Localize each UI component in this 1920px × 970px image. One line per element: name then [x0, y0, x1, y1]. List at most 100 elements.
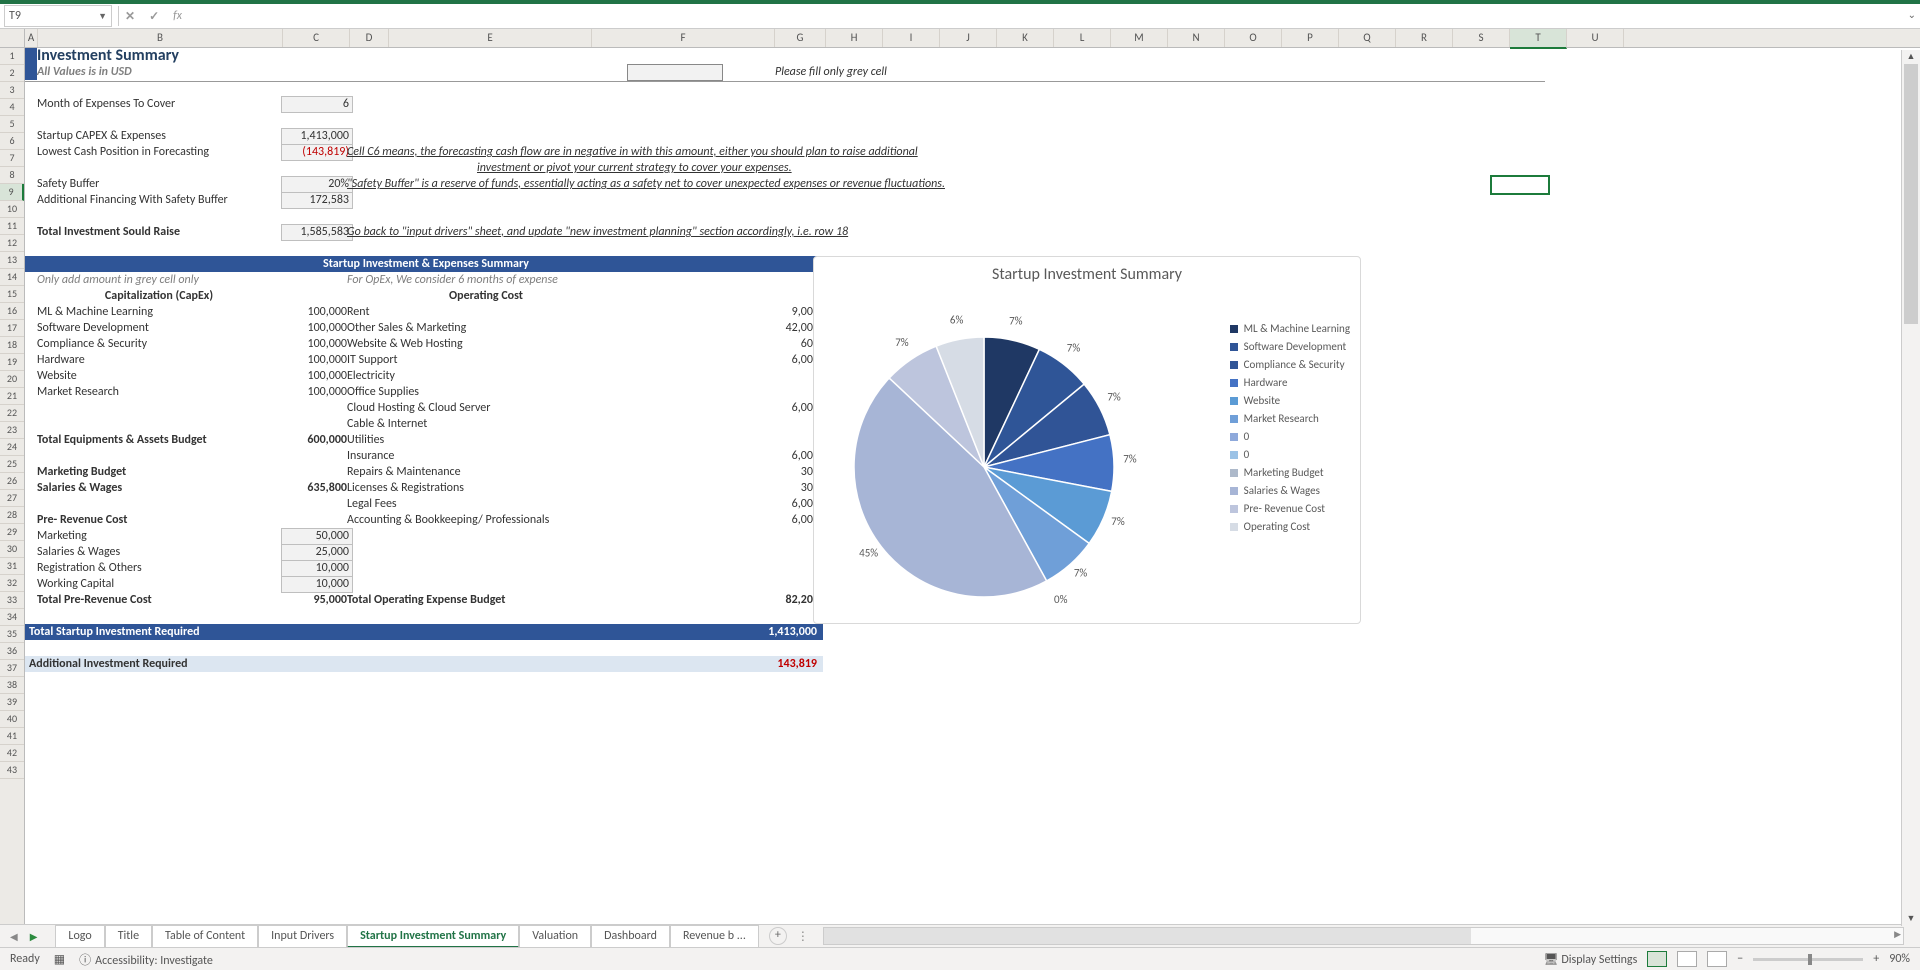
col-header-C[interactable]: C [283, 29, 350, 47]
row-header-42[interactable]: 42 [0, 745, 24, 762]
macro-record-icon[interactable]: ▦ [54, 952, 65, 967]
col-header-I[interactable]: I [883, 29, 940, 47]
horizontal-scrollbar[interactable]: ◀ ▶ [823, 927, 1904, 945]
col-header-E[interactable]: E [389, 29, 592, 47]
sheet-tab[interactable]: Title [105, 925, 152, 948]
zoom-level[interactable]: 90% [1889, 952, 1910, 966]
sheet-tab[interactable]: Valuation [519, 925, 591, 948]
input-34[interactable]: 10,000 [281, 576, 353, 593]
row-header-13[interactable]: 13 [0, 252, 24, 269]
row-header-26[interactable]: 26 [0, 473, 24, 490]
tab-nav-prev[interactable]: ◀ [6, 930, 22, 943]
sheet-tab[interactable]: Table of Content [152, 925, 258, 948]
input-6[interactable]: 1,413,000 [281, 128, 353, 145]
col-header-B[interactable]: B [38, 29, 283, 47]
row-header-33[interactable]: 33 [0, 592, 24, 609]
row-header-21[interactable]: 21 [0, 388, 24, 405]
row-header-34[interactable]: 34 [0, 609, 24, 626]
row-header-7[interactable]: 7 [0, 150, 24, 167]
row-header-40[interactable]: 40 [0, 711, 24, 728]
scroll-right-arrow[interactable]: ▶ [1894, 929, 1901, 940]
row-header-19[interactable]: 19 [0, 354, 24, 371]
row-header-38[interactable]: 38 [0, 677, 24, 694]
row-header-1[interactable]: 1 [0, 48, 24, 65]
add-sheet-button[interactable]: + [769, 927, 787, 945]
col-header-L[interactable]: L [1054, 29, 1111, 47]
row-header-39[interactable]: 39 [0, 694, 24, 711]
row-header-16[interactable]: 16 [0, 303, 24, 320]
fx-label[interactable]: fx [173, 9, 182, 23]
row-header-6[interactable]: 6 [0, 133, 24, 150]
col-header-H[interactable]: H [826, 29, 883, 47]
row-header-29[interactable]: 29 [0, 524, 24, 541]
zoom-in-button[interactable]: + [1873, 952, 1879, 966]
col-header-R[interactable]: R [1396, 29, 1453, 47]
scroll-down-arrow[interactable]: ▼ [1902, 912, 1920, 926]
col-header-Q[interactable]: Q [1339, 29, 1396, 47]
row-header-22[interactable]: 22 [0, 405, 24, 422]
row-header-3[interactable]: 3 [0, 82, 24, 99]
scroll-up-arrow[interactable]: ▲ [1902, 50, 1920, 64]
pie-chart[interactable]: Startup Investment Summary7%7%7%7%7%7%45… [813, 256, 1361, 624]
sheet-tab[interactable]: Input Drivers [258, 925, 347, 948]
input-4[interactable]: 6 [281, 96, 353, 113]
spreadsheet-grid[interactable]: Investment SummaryAll Values is in USDPl… [25, 48, 1902, 924]
col-header-A[interactable]: A [25, 29, 38, 47]
row-header-11[interactable]: 11 [0, 218, 24, 235]
row-header-25[interactable]: 25 [0, 456, 24, 473]
row-header-31[interactable]: 31 [0, 558, 24, 575]
col-header-F[interactable]: F [592, 29, 775, 47]
sheet-tab[interactable]: Logo [55, 925, 104, 948]
row-header-15[interactable]: 15 [0, 286, 24, 303]
sheet-tab[interactable]: Startup Investment Summary [347, 925, 519, 948]
chevron-down-icon[interactable]: ▼ [98, 11, 107, 22]
row-header-17[interactable]: 17 [0, 320, 24, 337]
col-header-D[interactable]: D [350, 29, 389, 47]
row-header-37[interactable]: 37 [0, 660, 24, 677]
row-header-23[interactable]: 23 [0, 422, 24, 439]
input-7[interactable]: (143,819) [281, 144, 353, 161]
sheet-tab[interactable]: Dashboard [591, 925, 670, 948]
row-header-8[interactable]: 8 [0, 167, 24, 184]
tab-nav-next[interactable]: ▶ [26, 930, 42, 943]
input-33[interactable]: 10,000 [281, 560, 353, 577]
col-header-U[interactable]: U [1567, 29, 1624, 47]
display-settings[interactable]: 🖥 Display Settings [1543, 952, 1637, 967]
input-31[interactable]: 50,000 [281, 528, 353, 545]
row-header-35[interactable]: 35 [0, 626, 24, 643]
row-header-41[interactable]: 41 [0, 728, 24, 745]
row-header-27[interactable]: 27 [0, 490, 24, 507]
row-header-28[interactable]: 28 [0, 507, 24, 524]
row-header-24[interactable]: 24 [0, 439, 24, 456]
zoom-slider[interactable] [1753, 958, 1863, 961]
row-header-5[interactable]: 5 [0, 116, 24, 133]
row-header-2[interactable]: 2 [0, 65, 24, 82]
row-header-20[interactable]: 20 [0, 371, 24, 388]
accessibility-status[interactable]: ⓘAccessibility: Investigate [79, 951, 213, 968]
view-page-layout-button[interactable] [1677, 951, 1697, 967]
col-header-T[interactable]: T [1510, 29, 1567, 49]
col-header-G[interactable]: G [775, 29, 826, 47]
col-header-M[interactable]: M [1111, 29, 1168, 47]
col-header-O[interactable]: O [1225, 29, 1282, 47]
view-page-break-button[interactable] [1707, 951, 1727, 967]
col-header-K[interactable]: K [997, 29, 1054, 47]
vertical-scrollbar[interactable]: ▲ ▼ [1901, 50, 1920, 926]
col-header-S[interactable]: S [1453, 29, 1510, 47]
row-header-36[interactable]: 36 [0, 643, 24, 660]
input-12[interactable]: 1,585,583 [281, 224, 353, 241]
col-header-P[interactable]: P [1282, 29, 1339, 47]
sheet-tab[interactable]: Revenue b ... [670, 925, 759, 948]
row-header-30[interactable]: 30 [0, 541, 24, 558]
input-9[interactable]: 20% [281, 176, 353, 193]
select-all-triangle[interactable] [0, 29, 25, 47]
view-normal-button[interactable] [1647, 951, 1667, 967]
row-header-32[interactable]: 32 [0, 575, 24, 592]
hscroll-thumb[interactable] [824, 928, 1471, 944]
expand-formula-bar-icon[interactable]: ⌄ [1908, 8, 1916, 21]
col-header-N[interactable]: N [1168, 29, 1225, 47]
row-header-18[interactable]: 18 [0, 337, 24, 354]
input-10[interactable]: 172,583 [281, 192, 353, 209]
row-header-14[interactable]: 14 [0, 269, 24, 286]
input-32[interactable]: 25,000 [281, 544, 353, 561]
